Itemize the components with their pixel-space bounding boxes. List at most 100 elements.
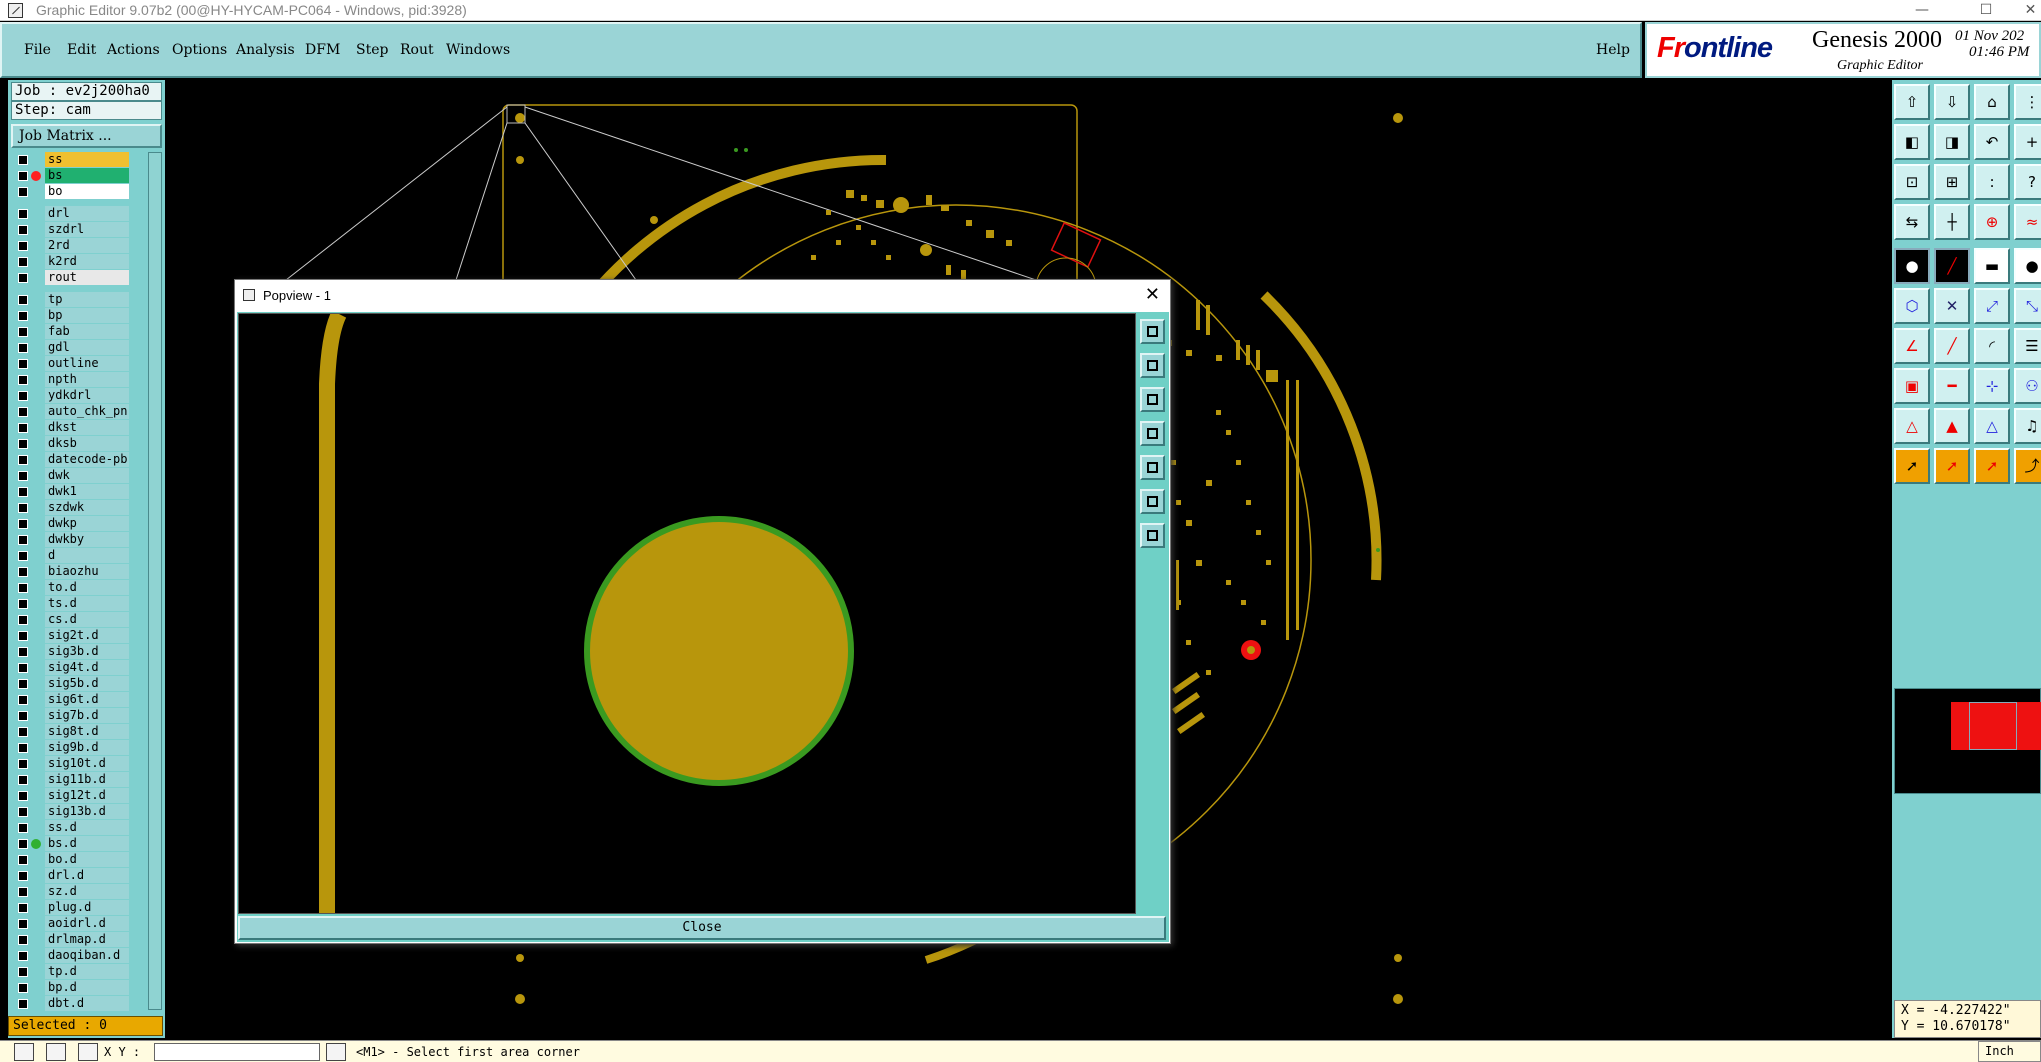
popview-pan-right-icon[interactable] <box>1140 455 1165 480</box>
copy-icon[interactable]: ⤡ <box>2014 288 2041 324</box>
layer-row[interactable]: drl.d <box>13 868 143 884</box>
layer-checkbox[interactable] <box>18 615 28 625</box>
layer-row[interactable]: daoqiban.d <box>13 948 143 964</box>
layer-row[interactable]: sig6t.d <box>13 692 143 708</box>
net-icon[interactable]: ⊕ <box>1974 204 2010 240</box>
popview-zoom-window-icon[interactable] <box>1140 319 1165 344</box>
pointer-mode-icon[interactable] <box>14 1043 34 1061</box>
list-icon[interactable]: ☰ <box>2014 328 2041 364</box>
layer-checkbox[interactable] <box>18 759 28 769</box>
layer-checkbox[interactable] <box>18 257 28 267</box>
angle-icon[interactable]: ∠ <box>1894 328 1930 364</box>
popview-close-button[interactable]: Close <box>238 916 1166 940</box>
line-icon[interactable]: ╱ <box>1934 328 1970 364</box>
layer-row[interactable]: bp <box>13 308 143 324</box>
layer-row[interactable]: cs.d <box>13 612 143 628</box>
measure-icon[interactable]: ⇆ <box>1894 204 1930 240</box>
xy-input[interactable] <box>154 1043 320 1061</box>
layer-row[interactable]: 2rd <box>13 238 143 254</box>
layer-checkbox[interactable] <box>18 455 28 465</box>
save-icon[interactable]: ⇩ <box>1934 84 1970 120</box>
layer-checkbox[interactable] <box>18 775 28 785</box>
route-icon[interactable]: ≈ <box>2014 204 2041 240</box>
layer-name[interactable]: sz.d <box>45 884 129 899</box>
menu-help[interactable]: Help <box>1596 42 1630 58</box>
menu-analysis[interactable]: Analysis <box>236 42 295 58</box>
layer-name[interactable]: sig10t.d <box>45 756 129 771</box>
job-matrix-button[interactable]: Job Matrix ... <box>11 124 162 148</box>
layer-row[interactable]: npth <box>13 372 143 388</box>
layer-row[interactable]: sig13b.d <box>13 804 143 820</box>
triangle-alt-icon[interactable]: ▲ <box>1934 408 1970 444</box>
layer-name[interactable]: ts.d <box>45 596 129 611</box>
layer-row[interactable]: dwk <box>13 468 143 484</box>
layer-name[interactable]: szdwk <box>45 500 129 515</box>
layer-row[interactable]: dwkp <box>13 516 143 532</box>
connect-icon[interactable]: ⬡ <box>1894 288 1930 324</box>
layer-row[interactable]: sig12t.d <box>13 788 143 804</box>
layer-name[interactable]: sig8t.d <box>45 724 129 739</box>
layer-name[interactable]: bp.d <box>45 980 129 995</box>
layer-checkbox[interactable] <box>18 967 28 977</box>
layer-checkbox[interactable] <box>18 311 28 321</box>
home-icon[interactable]: ⌂ <box>1974 84 2010 120</box>
layer-checkbox[interactable] <box>18 711 28 721</box>
maximize-icon[interactable]: ☐ <box>1966 0 2006 21</box>
layer-row[interactable]: tp <box>13 292 143 308</box>
layer-name[interactable]: dwkp <box>45 516 129 531</box>
layer-name[interactable]: dwk <box>45 468 129 483</box>
layer-name[interactable]: dksb <box>45 436 129 451</box>
layer-name[interactable]: d <box>45 548 129 563</box>
layer-row[interactable]: dwkby <box>13 532 143 548</box>
layer-name[interactable]: bs.d <box>45 836 129 851</box>
layer-row[interactable]: sz.d <box>13 884 143 900</box>
triangle-icon[interactable]: △ <box>1894 408 1930 444</box>
layer-checkbox[interactable] <box>18 951 28 961</box>
undo-view-icon[interactable]: ↶ <box>1974 124 2010 160</box>
add-line-icon[interactable]: ╱ <box>1934 248 1970 284</box>
layer-name[interactable]: ss <box>45 152 129 167</box>
layer-name[interactable]: k2rd <box>45 254 129 269</box>
layer-name[interactable]: bo <box>45 184 129 199</box>
layer-checkbox[interactable] <box>18 155 28 165</box>
open-step-icon[interactable]: ⇧ <box>1894 84 1930 120</box>
layer-checkbox[interactable] <box>18 343 28 353</box>
layer-name[interactable]: cs.d <box>45 612 129 627</box>
layer-name[interactable]: dbt.d <box>45 996 129 1011</box>
layer-name[interactable]: dkst <box>45 420 129 435</box>
layer-checkbox[interactable] <box>18 487 28 497</box>
warning-icon[interactable] <box>326 1043 346 1061</box>
layer-checkbox[interactable] <box>18 439 28 449</box>
group-icon[interactable]: ⚇ <box>2014 368 2041 404</box>
layer-name[interactable]: datecode-pb <box>45 452 129 467</box>
layer-checkbox[interactable] <box>18 679 28 689</box>
layer-name[interactable]: plug.d <box>45 900 129 915</box>
popview-fit-all-icon[interactable] <box>1140 523 1165 548</box>
layer-name[interactable]: biaozhu <box>45 564 129 579</box>
select-net-icon[interactable]: ➚ <box>1974 448 2010 484</box>
layer-checkbox[interactable] <box>18 423 28 433</box>
pad-layer-icon[interactable]: ▣ <box>1894 368 1930 404</box>
layer-row[interactable]: sig7b.d <box>13 708 143 724</box>
layer-checkbox[interactable] <box>18 471 28 481</box>
layer-name[interactable]: sig7b.d <box>45 708 129 723</box>
popview-close-icon[interactable]: ✕ <box>1145 284 1160 305</box>
layer-checkbox[interactable] <box>18 171 28 181</box>
dash-icon[interactable]: ━ <box>1934 368 1970 404</box>
layer-name[interactable]: drlmap.d <box>45 932 129 947</box>
layer-checkbox[interactable] <box>18 503 28 513</box>
layer-name[interactable]: tp <box>45 292 129 307</box>
layer-checkbox[interactable] <box>18 823 28 833</box>
layer-row[interactable]: dksb <box>13 436 143 452</box>
layer-row[interactable]: szdwk <box>13 500 143 516</box>
layer-checkbox[interactable] <box>18 551 28 561</box>
select-feature-icon[interactable]: ⤴ <box>2014 448 2041 484</box>
layer-name[interactable]: sig2t.d <box>45 628 129 643</box>
menu-edit[interactable]: Edit <box>67 42 96 58</box>
layer-checkbox[interactable] <box>18 871 28 881</box>
split-icon[interactable]: ⊹ <box>1974 368 2010 404</box>
layer-name[interactable]: bs <box>45 168 129 183</box>
layer-name[interactable]: bo.d <box>45 852 129 867</box>
layer-row[interactable]: k2rd <box>13 254 143 270</box>
layer-row[interactable]: sig10t.d <box>13 756 143 772</box>
